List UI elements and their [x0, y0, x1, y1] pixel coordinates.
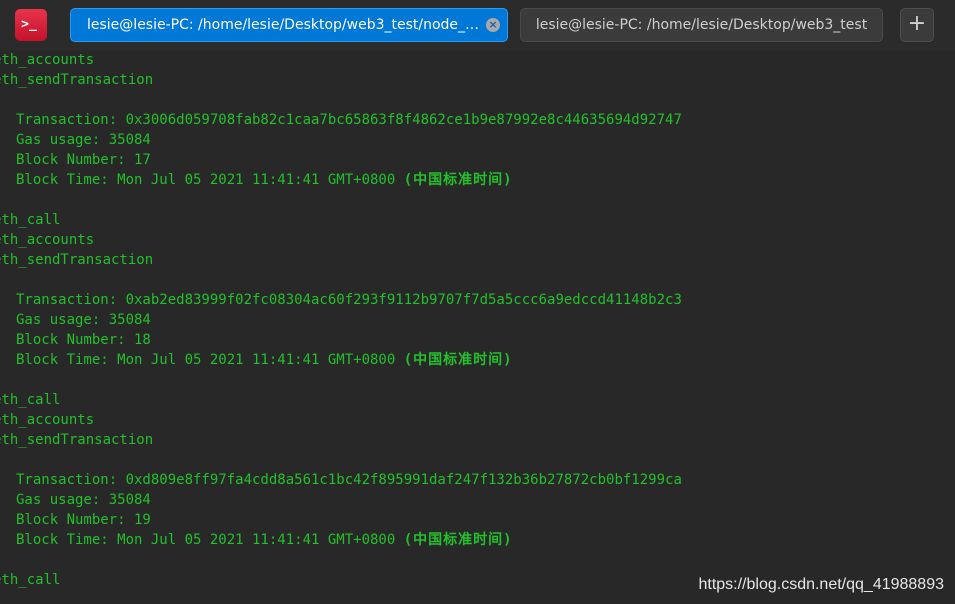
terminal-line-text: eth_call	[0, 572, 61, 588]
terminal-line: Gas usage: 35084	[0, 130, 955, 150]
add-tab-button[interactable]: +	[900, 8, 934, 42]
tab-label: lesie@lesie-PC: /home/lesie/Desktop/web3…	[535, 17, 868, 33]
terminal-line-text: Block Time: Mon Jul 05 2021 11:41:41 GMT…	[16, 532, 404, 548]
terminal-line-text: Transaction: 0x3006d059708fab82c1caa7bc6…	[16, 112, 682, 128]
terminal-line: Gas usage: 35084	[0, 490, 955, 510]
terminal-line: eth_accounts	[0, 410, 955, 430]
tab-close-icon[interactable]: ×	[486, 18, 500, 32]
terminal-line: eth_sendTransaction	[0, 70, 955, 90]
terminal-line-text: Block Time: Mon Jul 05 2021 11:41:41 GMT…	[16, 172, 404, 188]
terminal-line: Block Time: Mon Jul 05 2021 11:41:41 GMT…	[0, 170, 955, 190]
terminal-line-text: Block Number: 18	[16, 332, 151, 348]
terminal-line-text: Transaction: 0xab2ed83999f02fc08304ac60f…	[16, 292, 682, 308]
tab-label: lesie@lesie-PC: /home/lesie/Desktop/web3…	[87, 17, 485, 33]
terminal-line: Transaction: 0x3006d059708fab82c1caa7bc6…	[0, 110, 955, 130]
terminal-line: Block Number: 17	[0, 150, 955, 170]
terminal-line-text: eth_accounts	[0, 412, 95, 428]
timezone-label: (中国标准时间)	[403, 172, 513, 188]
terminal-app-icon[interactable]: >_	[15, 9, 47, 41]
terminal-line: Transaction: 0xab2ed83999f02fc08304ac60f…	[0, 290, 955, 310]
terminal-line: eth_call	[0, 390, 955, 410]
timezone-label: (中国标准时间)	[403, 532, 513, 548]
terminal-output[interactable]: eth_accounts eth_sendTransaction Transacti…	[0, 50, 955, 604]
terminal-line: Transaction: 0xd809e8ff97fa4cdd8a561c1bc…	[0, 470, 955, 490]
window-titlebar: >_ lesie@lesie-PC: /home/lesie/Desktop/w…	[0, 0, 955, 50]
terminal-line-text: Block Time: Mon Jul 05 2021 11:41:41 GMT…	[16, 352, 404, 368]
terminal-line-text: eth_sendTransaction	[0, 72, 154, 88]
watermark-url: https://blog.csdn.net/qq_41988893	[698, 576, 944, 593]
terminal-line-text: eth_call	[0, 392, 61, 408]
terminal-line-text: eth_sendTransaction	[0, 432, 154, 448]
terminal-line-text: Gas usage: 35084	[16, 312, 151, 328]
terminal-line: eth_accounts	[0, 230, 955, 250]
terminal-line: eth_sendTransaction	[0, 430, 955, 450]
terminal-line-text: eth_accounts	[0, 232, 95, 248]
terminal-line-text: Block Number: 19	[16, 512, 151, 528]
timezone-label: (中国标准时间)	[403, 352, 513, 368]
terminal-line-text: Gas usage: 35084	[16, 132, 151, 148]
tab-active-node-modules[interactable]: lesie@lesie-PC: /home/lesie/Desktop/web3…	[70, 8, 508, 42]
terminal-line-text: Block Number: 17	[16, 152, 151, 168]
terminal-line: eth_sendTransaction	[0, 250, 955, 270]
terminal-line: Block Time: Mon Jul 05 2021 11:41:41 GMT…	[0, 530, 955, 550]
terminal-line: eth_accounts	[0, 50, 955, 70]
terminal-line-text: Transaction: 0xd809e8ff97fa4cdd8a561c1bc…	[16, 472, 682, 488]
terminal-line-text: eth_call	[0, 212, 61, 228]
terminal-line-text: eth_sendTransaction	[0, 252, 154, 268]
terminal-line-text: eth_accounts	[0, 52, 95, 68]
terminal-line: Block Number: 18	[0, 330, 955, 350]
terminal-line: Gas usage: 35084	[0, 310, 955, 330]
terminal-line: eth_call	[0, 210, 955, 230]
terminal-line: Block Number: 19	[0, 510, 955, 530]
terminal-line-text: Gas usage: 35084	[16, 492, 151, 508]
terminal-line: Block Time: Mon Jul 05 2021 11:41:41 GMT…	[0, 350, 955, 370]
tab-web3-test[interactable]: lesie@lesie-PC: /home/lesie/Desktop/web3…	[520, 8, 883, 42]
